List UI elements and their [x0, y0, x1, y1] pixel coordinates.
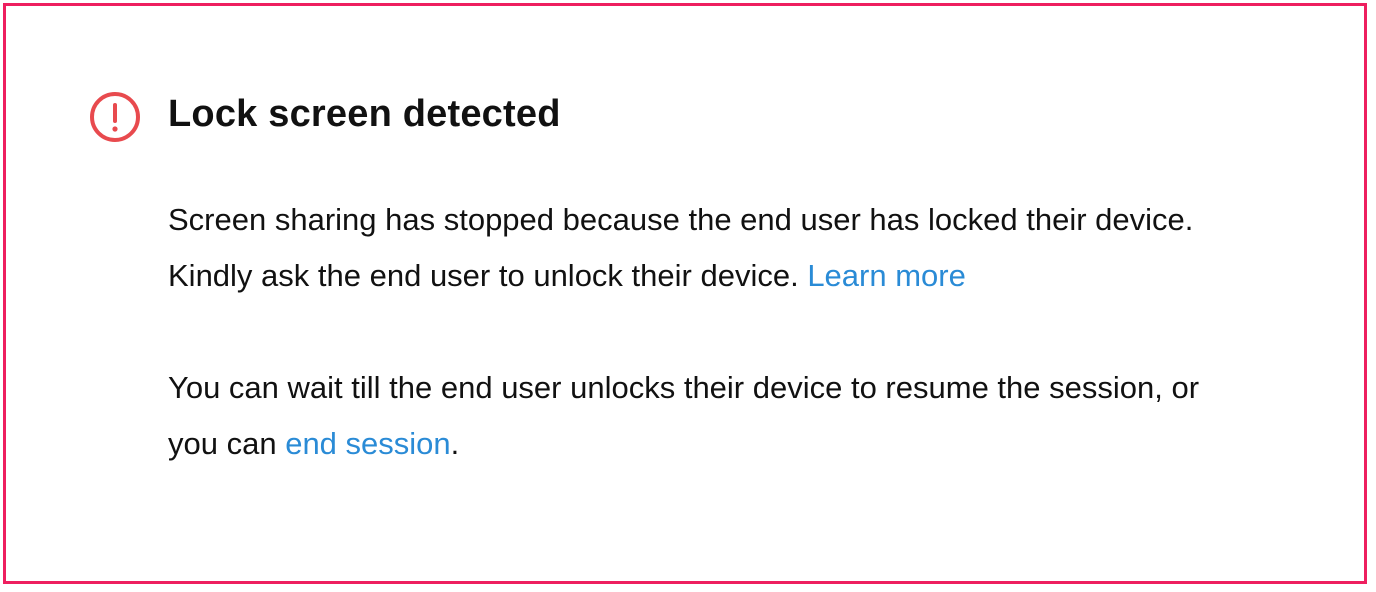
lock-message-line-2: Kindly ask the end user to unlock their …	[168, 258, 808, 293]
resume-message-line-1: You can wait till the end user unlocks t…	[168, 370, 1200, 405]
lock-screen-dialog: Lock screen detected Screen sharing has …	[3, 3, 1367, 584]
lock-message-line-1: Screen sharing has stopped because the e…	[168, 202, 1194, 237]
resume-message-prefix: you can	[168, 426, 286, 461]
learn-more-link[interactable]: Learn more	[807, 258, 966, 293]
alert-circle-icon	[90, 92, 140, 142]
resume-message-suffix: .	[450, 426, 460, 461]
lock-message-paragraph: Screen sharing has stopped because the e…	[168, 192, 1193, 304]
resume-message-paragraph: You can wait till the end user unlocks t…	[168, 360, 1199, 472]
end-session-link[interactable]: end session	[285, 426, 450, 461]
dialog-title: Lock screen detected	[168, 93, 561, 135]
